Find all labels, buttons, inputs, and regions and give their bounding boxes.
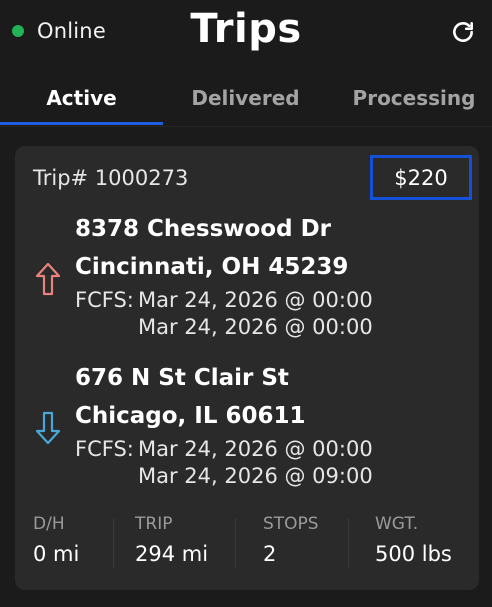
dropoff-schedule: FCFS: Mar 24, 2026 @ 00:00 [75,437,373,461]
tab-processing[interactable]: Processing [328,72,492,124]
stat-stops: STOPS 2 [263,514,319,576]
stat-label: WGT. [375,514,419,534]
pickup-address-line2: Cincinnati, OH 45239 [75,254,349,280]
refresh-icon[interactable] [450,19,476,45]
pickup-end: Mar 24, 2026 @ 00:00 [138,315,373,339]
dropoff-schedule-label: FCFS: [75,437,134,461]
stat-divider [348,518,349,568]
pickup-schedule-label: FCFS: [75,288,134,312]
stat-label: TRIP [135,514,173,534]
tab-active[interactable]: Active [0,72,163,124]
stat-divider [113,518,114,568]
stat-trip-distance: TRIP 294 mi [135,514,208,576]
pickup-schedule: FCFS: Mar 24, 2026 @ 00:00 [75,288,373,312]
stat-value: 2 [263,542,277,566]
stat-weight: WGT. 500 lbs [375,514,452,576]
arrow-up-icon [35,262,61,296]
trip-stats: D/H 0 mi TRIP 294 mi STOPS 2 WGT. 500 lb… [15,514,479,576]
stat-label: D/H [33,514,65,534]
dropoff-end: Mar 24, 2026 @ 09:00 [138,464,373,488]
stat-value: 294 mi [135,542,209,566]
tab-bar: Active Delivered Processing [0,72,492,127]
trip-card[interactable]: Trip# 1000273 $220 8378 Chesswood Dr Cin… [15,146,479,590]
arrow-down-icon [35,411,61,445]
trip-price[interactable]: $220 [370,155,472,200]
stat-divider [235,518,236,568]
header: Online Trips [0,0,492,66]
active-tab-indicator [0,122,163,125]
pickup-address-line1: 8378 Chesswood Dr [75,216,332,242]
pickup-start: Mar 24, 2026 @ 00:00 [138,288,373,312]
dropoff-start: Mar 24, 2026 @ 00:00 [138,437,373,461]
dropoff-address-line2: Chicago, IL 60611 [75,403,306,429]
stat-label: STOPS [263,514,319,534]
stat-deadhead: D/H 0 mi [33,514,79,576]
trips-screen: Online Trips Active Delivered Processing… [0,0,492,607]
stat-value: 500 lbs [375,542,452,566]
trip-number: Trip# 1000273 [33,166,189,190]
page-title: Trips [190,6,302,52]
stat-value: 0 mi [33,542,80,566]
dropoff-address-line1: 676 N St Clair St [75,365,289,391]
tab-delivered[interactable]: Delivered [163,72,328,124]
